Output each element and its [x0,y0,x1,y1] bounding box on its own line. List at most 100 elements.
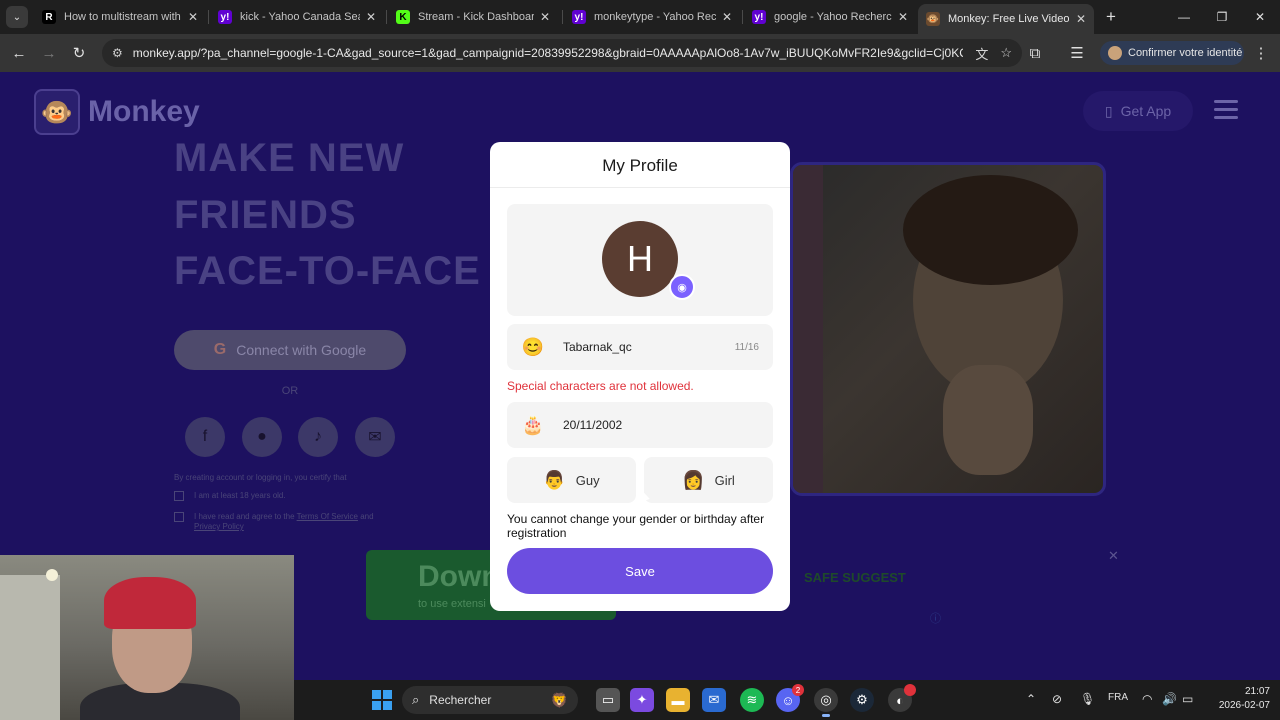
chrome-icon[interactable]: ◎ [814,688,838,717]
battery-icon[interactable]: ▭ [1182,692,1193,706]
consent-and: and [360,512,374,522]
monkey-favicon-icon: 🐵 [926,12,940,26]
taskbar-search[interactable]: ⌕ Rechercher 🦁 [402,686,578,714]
save-button[interactable]: Save [507,548,773,594]
modal-title: My Profile [602,156,678,175]
consent-intro: By creating account or logging in, you c… [174,473,347,482]
volume-icon[interactable]: 🔊 [1162,692,1177,706]
copilot-icon[interactable]: ✦ [630,688,654,712]
avatar-card: H ◉ [507,204,773,316]
url-text[interactable]: monkey.app/?pa_channel=google-1-CA&gad_s… [133,46,964,60]
back-icon[interactable]: ← [8,42,30,64]
birthday-field[interactable]: 🎂 20/11/2002 [507,402,773,448]
tab-monkey-active[interactable]: 🐵 Monkey: Free Live Video C ✕ [918,4,1094,34]
google-button-label: Connect with Google [236,342,367,358]
gender-guy-button[interactable]: 👨 Guy [507,457,636,503]
tab-multistream[interactable]: R How to multistream with C ✕ [34,4,206,30]
bookmark-star-icon[interactable]: ☆ [1000,45,1012,61]
girl-emoji-icon: 👩 [682,469,705,490]
apple-login-icon[interactable]: ● [242,417,282,457]
address-bar[interactable]: ⚙ monkey.app/?pa_channel=google-1-CA&gad… [102,39,1022,67]
get-app-label: Get App [1120,103,1172,119]
modal-divider [490,187,790,188]
close-icon[interactable]: ✕ [540,10,550,24]
windows-start-icon[interactable] [372,690,392,710]
gender-birthday-notice: You cannot change your gender or birthda… [507,512,765,540]
camera-icon[interactable]: ◉ [669,274,695,300]
site-info-icon[interactable]: ⚙ [112,46,123,60]
google-icon: G [213,341,227,358]
browser-menu-icon[interactable]: ⋮ [1250,42,1272,64]
consent-age-row[interactable]: I am at least 18 years old. [174,491,286,501]
ad-info-icon[interactable]: ⓘ [930,610,941,626]
close-icon[interactable]: ✕ [188,10,198,24]
email-login-icon[interactable]: ✉ [355,417,395,457]
close-icon[interactable]: ✕ [1076,12,1086,26]
username-field[interactable]: 😊 Tabarnak_qc 11/16 [507,324,773,370]
taskbar-clock[interactable]: 21:07 2026-02-07 [1210,685,1270,713]
get-app-button[interactable]: ▯ Get App [1083,91,1193,131]
tray-expand-icon[interactable]: ⌃ [1026,692,1036,706]
yahoo-favicon-icon: y! [572,10,586,24]
extensions-icon[interactable]: ⧉ [1024,42,1046,64]
new-tab-button[interactable]: + [1100,6,1122,28]
close-icon[interactable]: ✕ [366,10,376,24]
minimize-icon[interactable]: — [1170,6,1198,28]
camera-off-icon[interactable]: ⊘ [1052,692,1062,706]
logo-text: Monkey [88,95,200,128]
tab-title: Stream - Kick Dashboard [418,11,534,23]
close-icon[interactable]: ✕ [722,10,732,24]
spotify-icon[interactable]: ≋ [740,688,764,712]
tab-search-button[interactable]: ⌄ [6,6,28,28]
gender-guy-label: Guy [575,472,600,488]
tab-title: How to multistream with C [64,11,182,23]
birthday-value[interactable]: 20/11/2002 [563,418,759,432]
translate-icon[interactable]: 文 [975,44,988,63]
tiktok-login-icon[interactable]: ♪ [298,417,338,457]
window-close-icon[interactable]: ✕ [1246,6,1274,28]
browser-tab-strip: ⌄ R How to multistream with C ✕ y! kick … [0,0,1280,34]
privacy-link[interactable]: Privacy Policy [194,522,244,531]
media-control-icon[interactable]: ☰ [1066,42,1088,64]
close-icon[interactable]: ✕ [898,10,908,24]
wifi-icon[interactable]: ◠ [1142,692,1152,706]
terms-checkbox[interactable] [174,512,184,522]
task-view-icon[interactable]: ▭ [596,688,620,712]
restore-icon[interactable]: ❐ [1208,6,1236,28]
profile-chip[interactable]: Confirmer votre identité [1100,41,1244,65]
hamburger-menu-icon[interactable] [1214,100,1238,124]
connect-google-button[interactable]: G Connect with Google [174,330,406,370]
avatar[interactable]: H [602,221,678,297]
terms-link[interactable]: Terms Of Service [297,512,358,521]
microphone-icon[interactable]: 🎙 [1080,692,1095,706]
download-banner-title: Down [418,560,500,593]
safe-suggest-logo: SAFE SUGGEST [804,570,906,585]
birthday-cake-icon: 🎂 [521,414,545,435]
gender-girl-button[interactable]: 👩 Girl [644,457,773,503]
username-value[interactable]: Tabarnak_qc [563,340,735,354]
username-error: Special characters are not allowed. [507,379,694,393]
site-logo[interactable]: 🐵 Monkey [34,89,200,135]
discord-icon[interactable]: ☺ 2 [776,684,804,712]
search-highlight-icon: 🦁 [550,691,568,708]
clock-time: 21:07 [1244,686,1270,697]
file-explorer-icon[interactable]: ▬ [666,688,690,712]
obs-icon[interactable]: ◐ [888,684,916,712]
windows-taskbar: ⌕ Rechercher 🦁 ▭ ✦ ▬ ✉ ≋ ☺ 2 ◎ ⚙ ◐ ⌃ ⊘ 🎙 … [294,680,1280,720]
tab-google-yahoo[interactable]: y! google - Yahoo Recherche ✕ [744,4,916,30]
language-indicator[interactable]: FRA [1108,692,1128,703]
yahoo-favicon-icon: y! [218,10,232,24]
reload-icon[interactable]: ↻ [68,42,90,64]
guy-emoji-icon: 👨 [543,469,566,490]
tab-kick-dashboard[interactable]: K Stream - Kick Dashboard ✕ [388,4,558,30]
tab-kick-yahoo[interactable]: y! kick - Yahoo Canada Searc ✕ [210,4,384,30]
consent-terms-row[interactable]: I have read and agree to the Terms Of Se… [174,512,374,522]
forward-icon[interactable]: → [38,42,60,64]
outlook-icon[interactable]: ✉ [702,688,726,712]
age-checkbox[interactable] [174,491,184,501]
safe-suggest-label: SAFE SUGGEST [804,570,906,585]
steam-icon[interactable]: ⚙ [850,688,874,712]
ad-close-icon[interactable]: ✕ [1108,548,1119,564]
facebook-login-icon[interactable]: f [185,417,225,457]
tab-monkeytype-yahoo[interactable]: y! monkeytype - Yahoo Reche ✕ [564,4,740,30]
